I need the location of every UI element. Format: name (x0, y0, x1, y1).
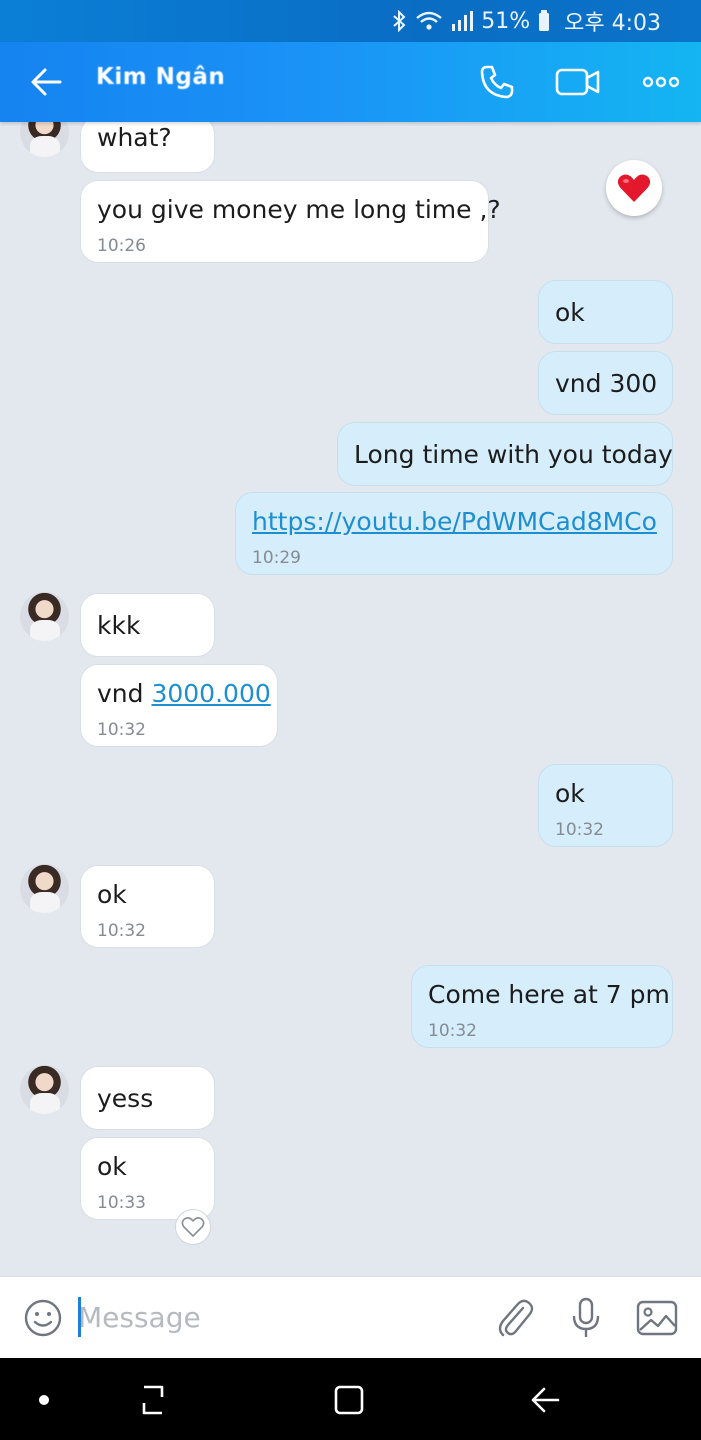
battery-percent: 51% (481, 8, 531, 34)
message-text: what? (97, 123, 172, 152)
contact-name[interactable]: Kim Ngân (96, 64, 225, 90)
message-time: 10:26 (97, 236, 146, 256)
message-time: 10:32 (97, 921, 146, 941)
message-bubble-incoming[interactable]: you give money me long time ,? 10:26 (80, 180, 501, 263)
heart-outline-icon (181, 1217, 205, 1237)
recents-icon (142, 1385, 164, 1415)
message-text: vnd 3000.000 (97, 679, 271, 708)
message-time: 10:29 (252, 548, 301, 568)
status-bar: 51% 오후 4:03 (0, 0, 701, 42)
message-list[interactable]: what? you give money me long time ,? 10:… (0, 122, 701, 1276)
message-input[interactable] (78, 1295, 478, 1339)
message-bubble-outgoing[interactable]: Long time with you today (337, 422, 673, 486)
message-bubble-outgoing[interactable]: ok 10:32 (538, 764, 673, 847)
message-text: ok (555, 298, 585, 327)
message-text-prefix: vnd (97, 679, 152, 708)
home-icon (334, 1385, 364, 1415)
message-text: vnd 300 (555, 369, 658, 398)
gallery-button[interactable] (635, 1296, 679, 1340)
message-bubble-incoming[interactable]: vnd 3000.000 10:32 (80, 664, 278, 747)
message-bubble-incoming[interactable]: ok 10:32 (80, 865, 215, 948)
message-time: 10:32 (555, 820, 604, 840)
status-time: 오후 4:03 (564, 11, 661, 36)
message-text: ok (97, 1152, 127, 1181)
voice-call-button[interactable] (474, 60, 520, 104)
message-text: Long time with you today (354, 440, 673, 469)
back-button[interactable] (26, 62, 66, 102)
contact-avatar[interactable] (20, 592, 69, 641)
message-composer (0, 1276, 701, 1358)
nav-home-button[interactable] (327, 1378, 371, 1422)
message-bubble-outgoing[interactable]: Come here at 7 pm 10:32 (411, 965, 673, 1048)
emoji-button[interactable] (21, 1296, 65, 1340)
message-text: Come here at 7 pm (428, 980, 670, 1009)
nav-back-button[interactable] (523, 1378, 567, 1422)
message-text: ok (97, 880, 127, 909)
dot-icon (39, 1395, 49, 1405)
message-bubble-outgoing[interactable]: vnd 300 (538, 351, 673, 415)
message-bubble-outgoing[interactable]: ok (538, 280, 673, 344)
message-time: 10:33 (97, 1193, 146, 1213)
microphone-icon (572, 1297, 600, 1337)
message-text: you give money me long time ,? (97, 195, 501, 224)
image-icon (636, 1300, 678, 1336)
video-icon (555, 68, 600, 96)
heart-icon (617, 174, 651, 202)
message-time: 10:32 (97, 720, 146, 740)
nav-recents-button[interactable] (131, 1378, 175, 1422)
message-link[interactable]: https://youtu.be/PdWMCad8MCo (252, 507, 657, 536)
chat-header: Kim Ngân (0, 42, 701, 122)
contact-avatar[interactable] (20, 122, 69, 157)
contact-avatar[interactable] (20, 864, 69, 913)
back-arrow-icon (31, 68, 62, 96)
signal-icon (452, 11, 474, 31)
phone-icon (480, 65, 514, 99)
message-bubble-incoming[interactable]: yess (80, 1066, 215, 1130)
message-bubble-incoming[interactable]: kkk (80, 593, 215, 657)
message-bubble-incoming[interactable]: ok 10:33 (80, 1137, 215, 1220)
message-text: kkk (97, 611, 141, 640)
wifi-icon (416, 11, 442, 30)
battery-icon (539, 10, 550, 31)
attach-button[interactable] (493, 1296, 537, 1340)
back-icon (531, 1387, 560, 1413)
text-caret (78, 1297, 81, 1337)
more-icon (642, 76, 680, 88)
message-text: ok (555, 779, 585, 808)
message-text: yess (97, 1084, 154, 1113)
more-options-button[interactable] (638, 60, 684, 104)
react-heart-button[interactable] (175, 1209, 211, 1245)
message-bubble-incoming[interactable]: what? (80, 122, 215, 173)
heart-reaction[interactable] (606, 160, 662, 216)
message-bubble-outgoing[interactable]: https://youtu.be/PdWMCad8MCo 10:29 (235, 492, 673, 575)
attachment-icon (498, 1299, 534, 1337)
emoji-icon (24, 1299, 62, 1337)
video-call-button[interactable] (555, 60, 601, 104)
contact-avatar[interactable] (20, 1065, 69, 1114)
voice-message-button[interactable] (564, 1296, 608, 1340)
nav-dot-button[interactable] (22, 1378, 66, 1422)
message-number-link[interactable]: 3000.000 (151, 679, 270, 708)
bluetooth-icon (393, 10, 406, 32)
system-nav-bar (0, 1358, 701, 1440)
message-time: 10:32 (428, 1021, 477, 1041)
